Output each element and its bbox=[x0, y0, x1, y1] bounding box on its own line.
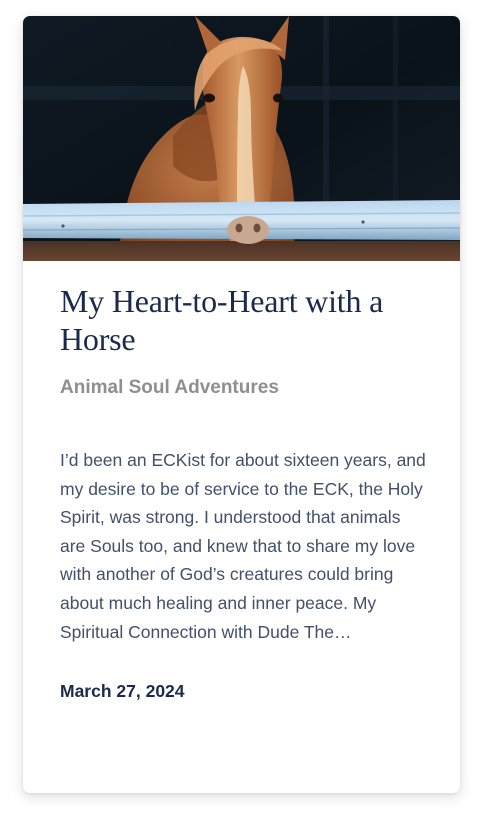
article-card[interactable]: My Heart-to-Heart with a Horse Animal So… bbox=[23, 16, 460, 793]
article-title[interactable]: My Heart-to-Heart with a Horse bbox=[60, 282, 428, 358]
publish-date: March 27, 2024 bbox=[60, 681, 185, 702]
card-content: My Heart-to-Heart with a Horse Animal So… bbox=[60, 282, 428, 703]
horse-photo[interactable] bbox=[23, 16, 460, 261]
category-link[interactable]: Animal Soul Adventures bbox=[60, 376, 428, 400]
article-excerpt: I’d been an ECKist for about sixteen yea… bbox=[60, 450, 426, 642]
